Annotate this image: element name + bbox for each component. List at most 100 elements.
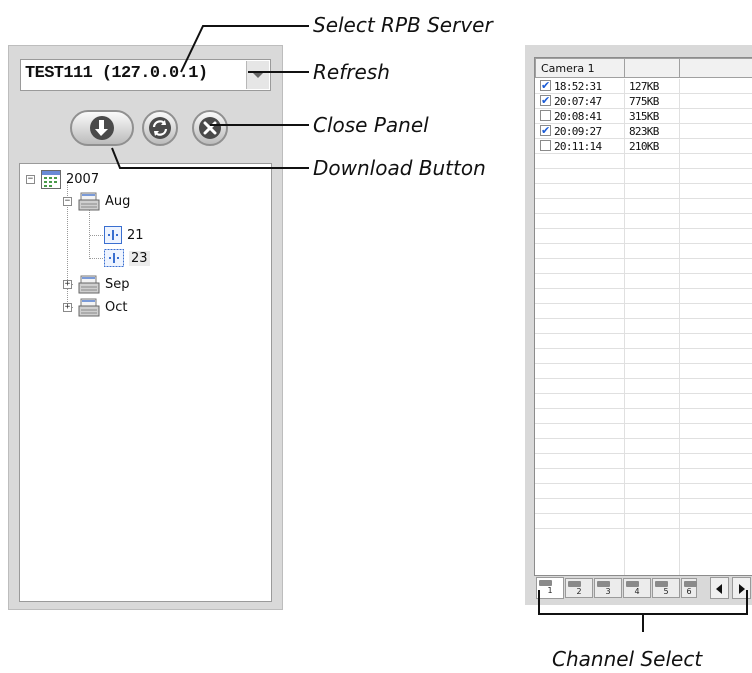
download-button[interactable] [70,110,134,146]
channel-tab-number: 1 [547,586,553,595]
list-item [535,499,752,514]
tree-collapse-toggle[interactable]: − [26,175,35,184]
day-icon [104,249,124,267]
calendar-icon [41,169,61,189]
channel-tab-2[interactable]: 2 [565,578,593,598]
tree-label: 2007 [66,171,100,187]
row-size: 210KB [629,140,659,153]
list-item [535,199,752,214]
tree-node-year[interactable]: 2007 [41,169,99,189]
scroll-right-button[interactable] [732,577,751,599]
list-item [535,319,752,334]
channel-tab-number: 3 [605,587,611,596]
tree-label: 23 [129,250,150,266]
tree-node-month[interactable]: Oct [78,297,127,317]
month-folder-icon [78,192,100,210]
refresh-button[interactable] [142,110,178,146]
list-item [535,394,752,409]
row-checkbox[interactable] [540,140,551,151]
tree-label: 21 [127,227,144,243]
list-item [535,229,752,244]
callout-close-panel: Close Panel [313,113,429,137]
list-item [535,259,752,274]
server-select-value: TEST111 (127.0.0.1) [25,64,208,83]
recording-list: Camera 1 ✔ 18:52:31 127KB ✔ 20:07:47 775KB 20:… [534,57,752,576]
download-arrow-icon [90,116,114,140]
row-checkbox[interactable]: ✔ [540,95,551,106]
refresh-icon [149,117,171,139]
server-select[interactable]: TEST111 (127.0.0.1) [20,59,271,91]
channel-tab-number: 2 [576,587,582,596]
channel-tab-number: 4 [634,587,640,596]
list-item[interactable]: ✔ 18:52:31 127KB [535,79,752,94]
tree-label: Oct [105,299,128,315]
chevron-down-icon[interactable] [246,61,269,89]
row-time: 20:09:27 [554,125,602,138]
month-folder-icon [78,275,100,293]
channel-tab-6[interactable]: 6 [681,578,697,598]
row-checkbox[interactable]: ✔ [540,125,551,136]
list-item [535,469,752,484]
tree-node-month[interactable]: Aug [78,191,130,211]
month-folder-icon [78,298,100,316]
tree-expand-toggle[interactable]: + [63,280,72,289]
channel-tab-1[interactable]: 1 [536,577,564,599]
tree-connector [90,235,103,236]
row-time: 20:08:41 [554,110,602,123]
list-item [535,334,752,349]
callout-refresh: Refresh [313,60,390,84]
list-item [535,289,752,304]
list-item[interactable]: 20:11:14 210KB [535,139,752,154]
channel-tab-3[interactable]: 3 [594,578,622,598]
list-item [535,364,752,379]
day-icon [104,226,122,244]
list-item [535,274,752,289]
list-item [535,214,752,229]
tree-label: Sep [105,276,130,292]
list-item [535,514,752,529]
list-item [535,349,752,364]
tree-collapse-toggle[interactable]: − [63,197,72,206]
channel-tab-number: 6 [686,587,692,596]
tree-connector [89,204,90,259]
list-item [535,454,752,469]
list-item [535,484,752,499]
close-panel-button[interactable] [192,110,228,146]
list-item [535,304,752,319]
list-item[interactable]: ✔ 20:09:27 823KB [535,124,752,139]
tree-node-day[interactable]: 21 [104,225,144,245]
list-item[interactable]: 20:08:41 315KB [535,109,752,124]
channel-tab-4[interactable]: 4 [623,578,651,598]
tree-node-day-selected[interactable]: 23 [104,248,150,268]
list-item [535,184,752,199]
tree-label: Aug [105,193,131,209]
close-x-icon [199,117,221,139]
column-header[interactable] [624,58,680,78]
date-tree: − 2007 − Aug 21 23 + Sep + Oct [19,163,272,602]
scroll-left-button[interactable] [710,577,729,599]
callout-channel-select: Channel Select [552,647,703,671]
callout-download-button: Download Button [313,156,486,180]
tree-expand-toggle[interactable]: + [63,303,72,312]
column-header[interactable]: Camera 1 [535,58,625,78]
list-item [535,154,752,169]
list-item[interactable]: ✔ 20:07:47 775KB [535,94,752,109]
row-time: 20:07:47 [554,95,602,108]
channel-tabbar: 1 2 3 4 5 6 [534,577,752,601]
row-size: 775KB [629,95,659,108]
channel-tab-5[interactable]: 5 [652,578,680,598]
list-item [535,439,752,454]
list-item [535,409,752,424]
tree-node-month[interactable]: Sep [78,274,130,294]
row-checkbox[interactable] [540,110,551,121]
row-size: 823KB [629,125,659,138]
row-checkbox[interactable]: ✔ [540,80,551,91]
list-item [535,379,752,394]
column-header[interactable] [679,58,752,78]
row-size: 127KB [629,80,659,93]
file-list-panel: Camera 1 ✔ 18:52:31 127KB ✔ 20:07:47 775KB 20:… [525,45,752,605]
channel-tab-number: 5 [663,587,669,596]
row-size: 315KB [629,110,659,123]
list-item [535,424,752,439]
row-time: 18:52:31 [554,80,602,93]
